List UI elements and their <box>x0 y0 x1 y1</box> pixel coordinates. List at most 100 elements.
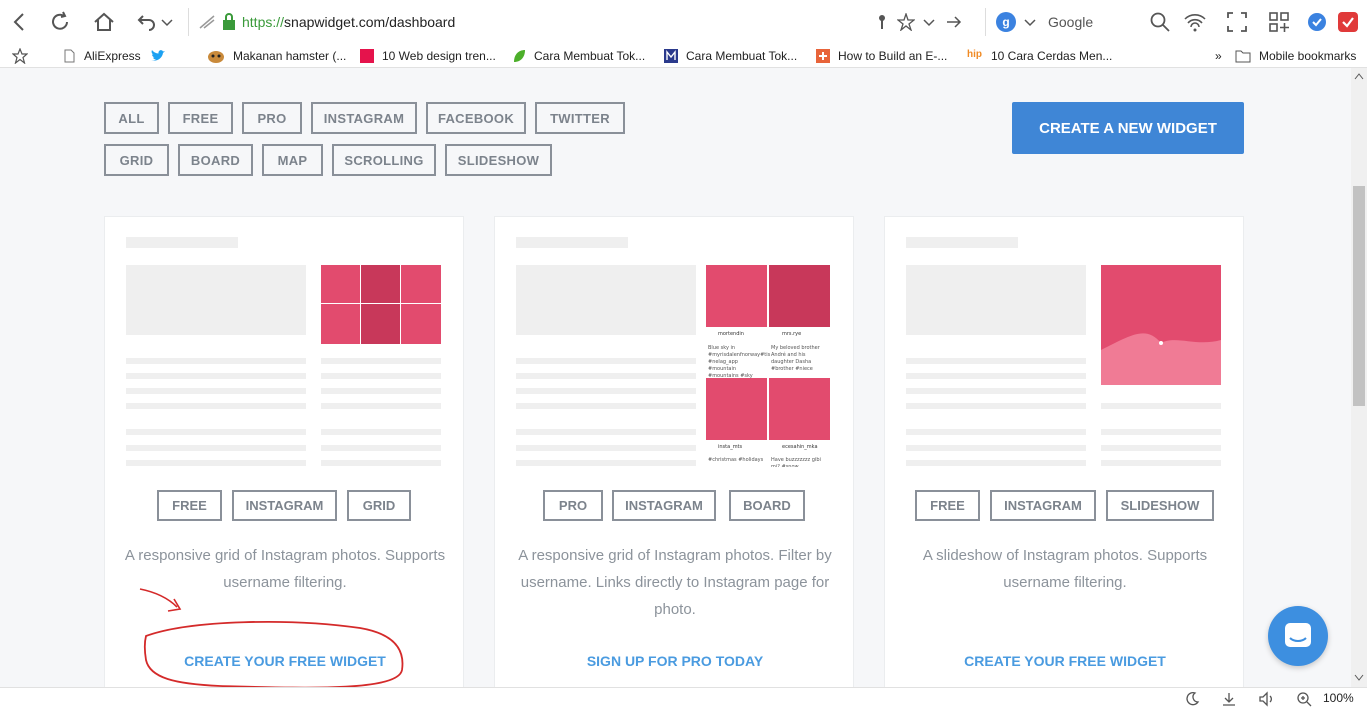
sign-up-pro-link[interactable]: SIGN UP FOR PRO TODAY <box>495 653 855 669</box>
chat-icon <box>1285 623 1311 647</box>
extension-icon[interactable] <box>1336 10 1360 34</box>
zoom-icon[interactable] <box>1296 691 1312 707</box>
slideshow-photo <box>1101 265 1221 385</box>
bookmark-item[interactable]: 10 Web design tren... <box>360 47 496 65</box>
search-engine-icon[interactable]: g <box>996 12 1016 32</box>
filter-board[interactable]: BOARD <box>178 144 253 176</box>
m-icon <box>664 49 678 63</box>
filter-facebook[interactable]: FACEBOOK <box>426 102 526 134</box>
tag-free[interactable]: FREE <box>915 490 980 521</box>
tag-free[interactable]: FREE <box>157 490 222 521</box>
text-line-placeholder <box>906 460 1086 466</box>
chevron-down-icon[interactable] <box>160 10 174 34</box>
filter-slideshow[interactable]: SLIDESHOW <box>445 144 552 176</box>
text-line-placeholder <box>516 358 696 364</box>
board-caption: My beloved brother André and his daughte… <box>771 345 820 372</box>
create-widget-button[interactable]: CREATE A NEW WIDGET <box>1012 102 1244 154</box>
grid-photo <box>401 304 441 344</box>
widget-card-grid: FREE INSTAGRAM GRID A responsive grid of… <box>104 216 464 687</box>
bookmark-label: How to Build an E-... <box>838 49 948 63</box>
text-line-placeholder <box>126 403 306 409</box>
text-line-placeholder <box>1101 403 1221 409</box>
back-icon[interactable] <box>8 10 32 34</box>
bookmark-item[interactable]: Makanan hamster (... <box>207 47 346 65</box>
tag-grid[interactable]: GRID <box>347 490 411 521</box>
tag-slideshow[interactable]: SLIDESHOW <box>1106 490 1214 521</box>
filter-twitter[interactable]: TWITTER <box>535 102 625 134</box>
card-description: A responsive grid of Instagram photos. S… <box>124 547 446 591</box>
wifi-icon[interactable] <box>1183 10 1207 34</box>
tag-pro[interactable]: PRO <box>543 490 603 521</box>
more-bookmarks-chevron[interactable]: » <box>1215 47 1222 65</box>
star-icon[interactable] <box>897 13 915 31</box>
text-line-placeholder <box>321 429 441 435</box>
filter-scrolling[interactable]: SCROLLING <box>332 144 436 176</box>
bookmark-item[interactable]: Cara Membuat Tok... <box>512 47 645 65</box>
board-username: mortendin <box>718 331 744 337</box>
tag-instagram[interactable]: INSTAGRAM <box>612 490 716 521</box>
text-line-placeholder <box>906 403 1086 409</box>
zoom-level[interactable]: 100% <box>1323 691 1354 705</box>
bookmark-label: 10 Cara Cerdas Men... <box>991 49 1113 63</box>
text-line-placeholder <box>126 445 306 451</box>
text-line-placeholder <box>321 460 441 466</box>
text-line-placeholder <box>906 373 1086 379</box>
filter-pro[interactable]: PRO <box>242 102 302 134</box>
apps-icon[interactable] <box>1267 10 1291 34</box>
bookmark-label: Cara Membuat Tok... <box>534 49 646 63</box>
filter-grid[interactable]: GRID <box>104 144 169 176</box>
chevron-down-icon[interactable] <box>1024 14 1036 30</box>
filter-map[interactable]: MAP <box>262 144 323 176</box>
scroll-down-icon[interactable] <box>1354 674 1364 682</box>
star-icon[interactable] <box>12 48 28 64</box>
chevron-down-icon[interactable] <box>923 14 935 30</box>
night-mode-icon[interactable] <box>1184 691 1200 707</box>
preview-title-placeholder <box>906 237 1018 248</box>
rocket-icon <box>199 15 215 29</box>
bookmark-label: AliExpress <box>84 49 141 63</box>
snow-mountain-image <box>1101 333 1221 385</box>
undo-icon[interactable] <box>135 10 159 34</box>
mobile-bookmarks[interactable]: Mobile bookmarks <box>1235 47 1356 65</box>
bookmark-label: Mobile bookmarks <box>1259 49 1357 63</box>
bookmark-item[interactable]: How to Build an E-... <box>816 47 947 65</box>
text-line-placeholder <box>321 403 441 409</box>
create-free-widget-link[interactable]: CREATE YOUR FREE WIDGET <box>105 653 465 669</box>
tag-board[interactable]: BOARD <box>729 490 805 521</box>
chat-launcher-button[interactable] <box>1268 606 1328 666</box>
hamster-icon <box>208 51 224 63</box>
sync-icon[interactable] <box>1305 10 1329 34</box>
url-text[interactable]: https://snapwidget.com/dashboard <box>242 14 455 30</box>
board-username: ecesahin_mka <box>782 444 818 450</box>
home-icon[interactable] <box>92 10 116 34</box>
download-icon[interactable] <box>1221 691 1237 707</box>
reload-icon[interactable] <box>48 10 72 34</box>
forward-arrow-icon[interactable] <box>945 13 963 31</box>
filter-free[interactable]: FREE <box>168 102 233 134</box>
bookmark-item[interactable]: Cara Membuat Tok... <box>664 47 797 65</box>
create-free-widget-link[interactable]: CREATE YOUR FREE WIDGET <box>885 653 1245 669</box>
text-line-placeholder <box>516 403 696 409</box>
filter-instagram[interactable]: INSTAGRAM <box>311 102 417 134</box>
search-engine-box[interactable]: g Google <box>985 8 1135 36</box>
scroll-up-icon[interactable] <box>1354 72 1364 80</box>
volume-icon[interactable] <box>1258 691 1276 707</box>
lock-icon <box>223 13 235 30</box>
hip-icon: hip <box>967 49 982 60</box>
filter-all[interactable]: ALL <box>104 102 159 134</box>
address-bar[interactable]: https://snapwidget.com/dashboard <box>188 8 972 36</box>
text-line-placeholder <box>906 358 1086 364</box>
bookmark-item[interactable] <box>150 47 174 65</box>
tag-instagram[interactable]: INSTAGRAM <box>232 490 337 521</box>
page-scrollbar[interactable] <box>1351 68 1367 687</box>
scroll-thumb[interactable] <box>1353 186 1365 406</box>
search-icon[interactable] <box>1148 10 1172 34</box>
key-icon[interactable] <box>875 14 889 30</box>
preview-block-placeholder <box>906 265 1086 335</box>
bookmark-item[interactable]: AliExpress <box>62 47 141 65</box>
text-line-placeholder <box>906 388 1086 394</box>
bookmark-item[interactable]: hip 10 Cara Cerdas Men... <box>967 47 1112 65</box>
screenshot-icon[interactable] <box>1225 10 1249 34</box>
tag-instagram[interactable]: INSTAGRAM <box>990 490 1096 521</box>
board-caption: Have buzzzzzzz gibi mi? #snow... <box>771 457 821 467</box>
